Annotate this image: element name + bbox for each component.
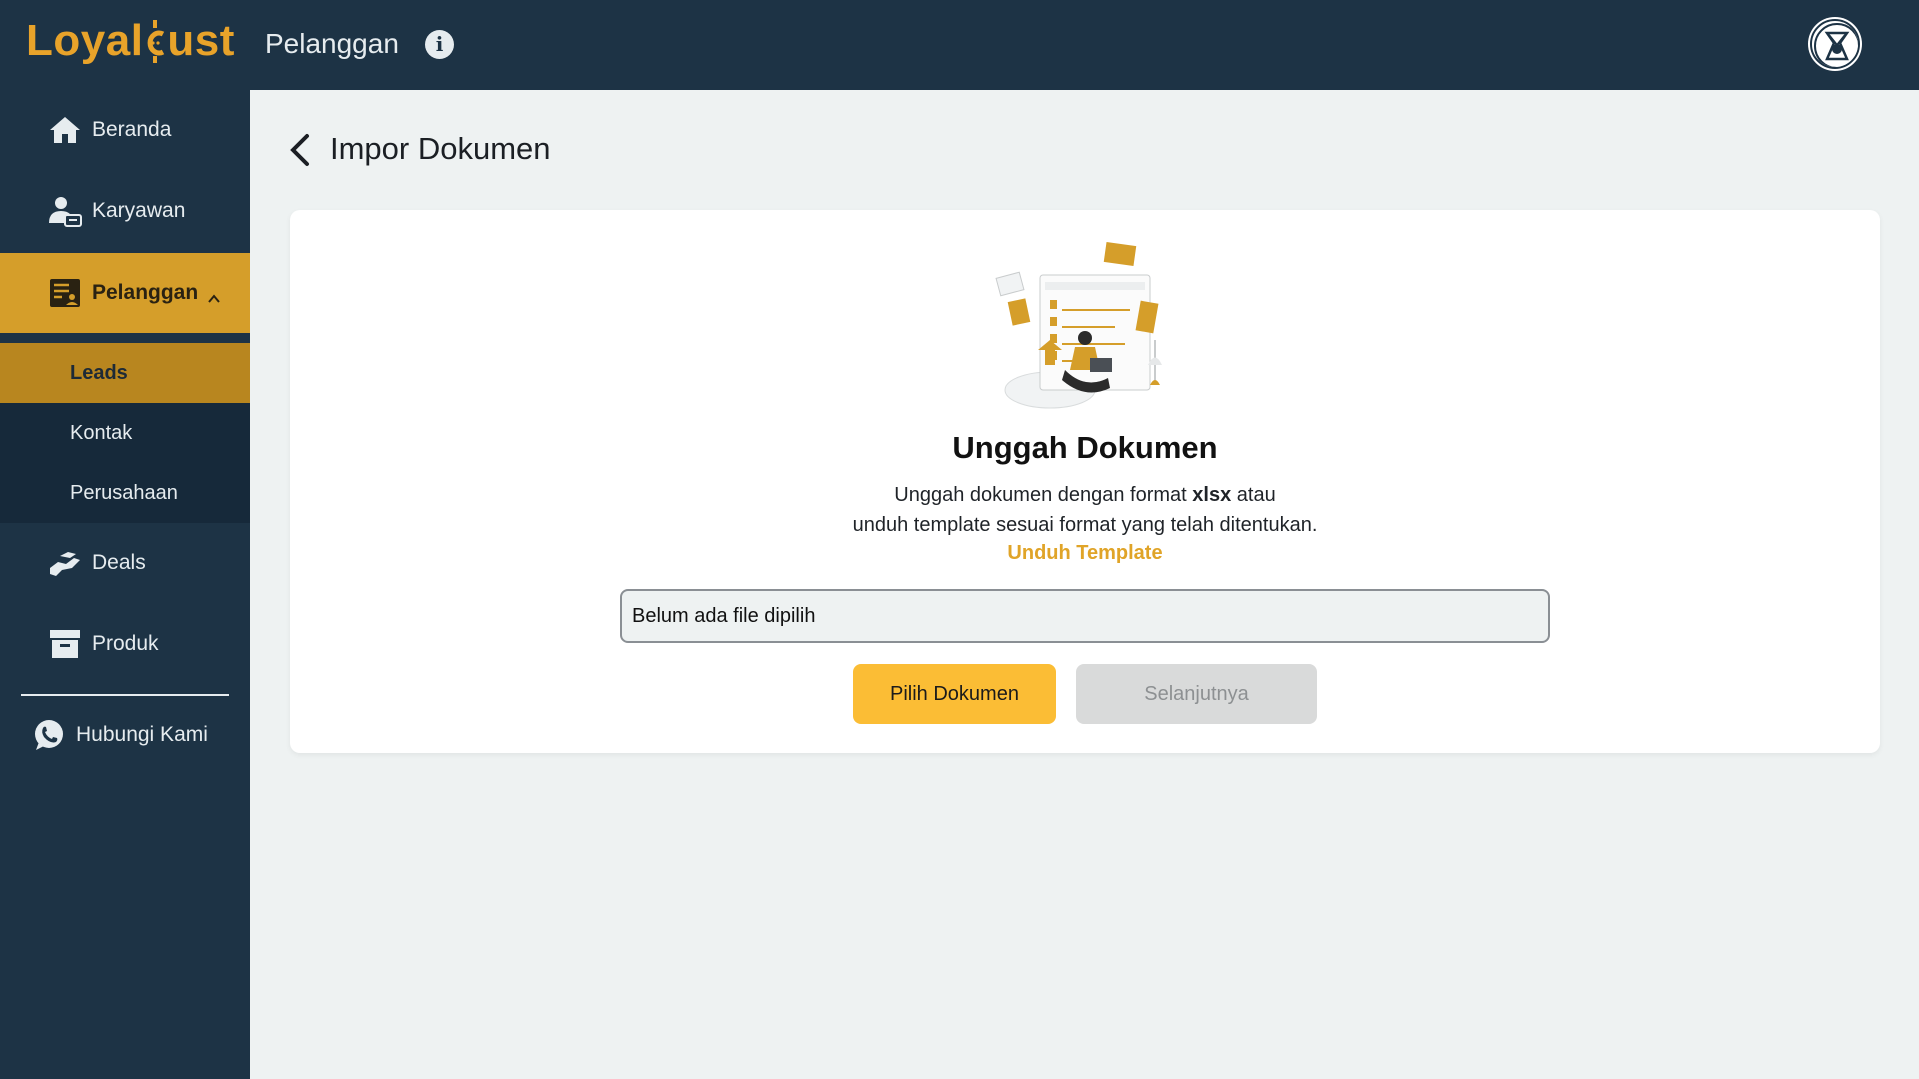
upload-description: Unggah dokumen dengan format xlsx atau u…	[290, 480, 1880, 540]
home-icon	[48, 113, 82, 147]
logo-text-suffix: ust	[167, 16, 235, 65]
sidebar-item-karyawan[interactable]: Karyawan	[0, 171, 250, 251]
sidebar-item-label: Produk	[92, 632, 159, 655]
description-line-2: unduh template sesuai format yang telah …	[852, 514, 1318, 536]
logo-c-icon	[144, 18, 166, 64]
logo-text-prefix: Loyal	[26, 16, 144, 65]
info-icon[interactable]: i	[425, 30, 454, 59]
sidebar-subitem-label: Perusahaan	[70, 481, 178, 504]
format-highlight: xlsx	[1192, 484, 1232, 506]
customer-icon	[48, 276, 82, 310]
sidebar-subitem-label: Leads	[70, 361, 128, 384]
next-button[interactable]: Selanjutnya	[1076, 664, 1317, 724]
upload-title: Unggah Dokumen	[952, 430, 1218, 465]
whatsapp-icon	[32, 718, 66, 752]
header-page-title: Pelanggan	[265, 28, 399, 59]
sidebar-divider	[21, 694, 229, 696]
sidebar-item-label: Deals	[92, 551, 146, 574]
employee-icon	[48, 194, 82, 228]
upload-card: Unggah Dokumen Unggah dokumen dengan for…	[290, 210, 1880, 753]
page-title: Impor Dokumen	[330, 131, 551, 166]
pelanggan-submenu: Leads Kontak Perusahaan	[0, 343, 250, 523]
user-avatar-icon[interactable]	[1810, 19, 1860, 69]
sidebar-item-label: Pelanggan	[92, 281, 199, 304]
sidebar-item-label: Karyawan	[92, 199, 186, 222]
sidebar-item-label: Hubungi Kami	[76, 723, 208, 746]
description-text: atau	[1231, 484, 1276, 506]
back-arrow-icon[interactable]	[287, 133, 313, 167]
sidebar-subitem-perusahaan[interactable]: Perusahaan	[0, 463, 250, 523]
file-input-field[interactable]: Belum ada file dipilih	[620, 589, 1550, 643]
sidebar-item-beranda[interactable]: Beranda	[0, 90, 250, 170]
sidebar-item-deals[interactable]: Deals	[0, 523, 250, 603]
sidebar-subitem-kontak[interactable]: Kontak	[0, 403, 250, 463]
archive-box-icon	[48, 627, 82, 661]
sidebar-subitem-label: Kontak	[70, 421, 133, 444]
description-text: Unggah dokumen dengan format	[894, 484, 1193, 506]
download-template-link[interactable]: Unduh Template	[290, 542, 1880, 565]
sidebar-item-label: Beranda	[92, 118, 172, 141]
handshake-icon	[48, 546, 82, 580]
file-status-text: Belum ada file dipilih	[632, 604, 816, 627]
sidebar-item-hubungi-kami[interactable]: Hubungi Kami	[0, 705, 250, 765]
sidebar-item-pelanggan[interactable]: Pelanggan	[0, 253, 250, 333]
sidebar-subitem-leads[interactable]: Leads	[0, 343, 250, 403]
chevron-up-icon	[208, 287, 220, 303]
upload-illustration	[990, 240, 1180, 410]
app-logo[interactable]: Loyal ust	[26, 16, 235, 66]
sidebar: Beranda Karyawan Pelanggan Leads Kontak …	[0, 90, 250, 1079]
choose-document-button[interactable]: Pilih Dokumen	[853, 664, 1056, 724]
top-bar: Loyal ust Pelanggan i	[0, 0, 1919, 90]
description-line-1: Unggah dokumen dengan format xlsx atau	[290, 480, 1880, 510]
sidebar-item-produk[interactable]: Produk	[0, 604, 250, 684]
